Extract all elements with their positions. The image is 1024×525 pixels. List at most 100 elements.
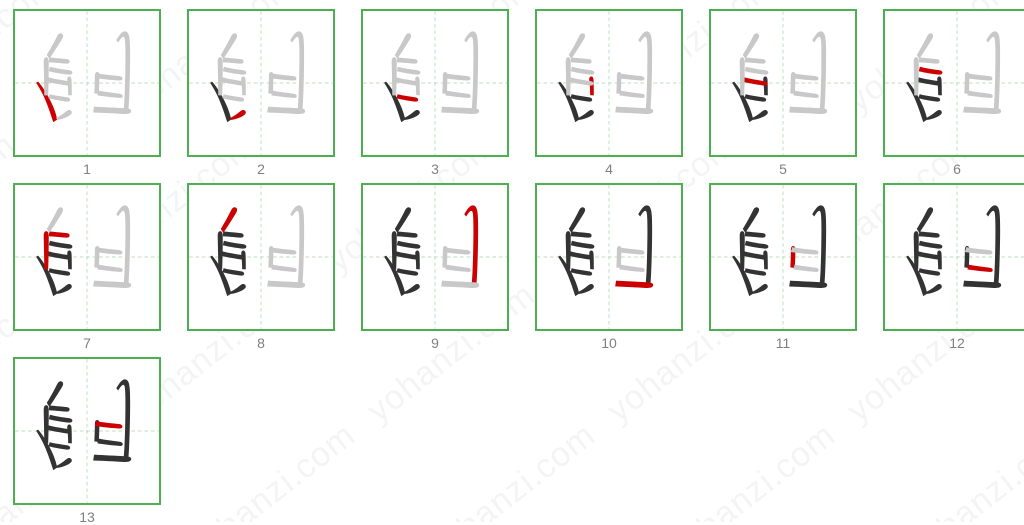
stroke-completed	[916, 207, 934, 233]
stroke-step-cell[interactable]: 5	[696, 0, 870, 176]
stroke-completed	[744, 268, 767, 276]
stroke-pending	[739, 57, 745, 96]
stroke-completed	[116, 379, 131, 460]
stroke-completed	[589, 250, 594, 270]
stroke-pending	[742, 33, 760, 59]
stroke-completed	[937, 250, 942, 270]
stroke-completed	[394, 207, 412, 233]
stroke-pending	[913, 57, 919, 96]
stroke-pending	[222, 57, 244, 64]
stroke-step-cell[interactable]: 13	[0, 348, 174, 524]
stroke-completed	[752, 109, 768, 120]
glyph-strokes	[210, 205, 306, 297]
stroke-completed	[763, 250, 768, 270]
stroke-pending	[46, 33, 64, 59]
stroke-pending	[967, 90, 993, 98]
stroke-completed	[744, 94, 767, 102]
stroke-completed	[48, 268, 71, 276]
stroke-step-cell[interactable]: 12	[870, 174, 1024, 350]
stroke-pending	[986, 31, 1001, 112]
stroke-step-cell[interactable]: 7	[0, 174, 174, 350]
stroke-pending	[793, 90, 819, 98]
stroke-completed	[986, 205, 1001, 286]
stroke-pending	[271, 264, 297, 272]
stroke-completed	[739, 231, 745, 270]
stroke-completed	[43, 405, 49, 444]
stroke-completed	[570, 240, 595, 249]
stroke-completed	[568, 207, 586, 233]
stroke-completed	[565, 231, 571, 270]
stroke-row: 7 8 9 10 11 12	[0, 174, 1024, 350]
stroke-step-cell[interactable]: 6	[870, 0, 1024, 176]
stroke-pending	[415, 76, 420, 96]
stroke-completed	[742, 207, 760, 233]
stroke-completed	[396, 231, 418, 238]
stroke-step-cell[interactable]: 3	[348, 0, 522, 176]
glyph-strokes	[558, 31, 654, 123]
stroke-completed	[404, 283, 420, 294]
stroke-pending	[464, 31, 479, 112]
stroke-diagram-box	[13, 183, 161, 331]
stroke-completed	[396, 268, 419, 276]
stroke-diagram-box	[709, 183, 857, 331]
stroke-step-cell[interactable]: 11	[696, 174, 870, 350]
stroke-completed	[918, 231, 940, 238]
stroke-pending	[619, 90, 645, 98]
stroke-diagram-box	[187, 9, 335, 157]
stroke-pending	[619, 264, 645, 272]
stroke-pending	[570, 66, 595, 75]
stroke-pending	[222, 94, 245, 102]
stroke-completed	[67, 250, 72, 270]
stroke-diagram-box	[535, 9, 683, 157]
stroke-completed	[763, 76, 768, 96]
stroke-pending	[744, 57, 766, 64]
stroke-step-cell[interactable]: 9	[348, 174, 522, 350]
stroke-pending	[222, 66, 247, 75]
stroke-completed	[415, 250, 420, 270]
stroke-completed	[570, 268, 593, 276]
stroke-pending	[916, 33, 934, 59]
stroke-completed	[578, 283, 594, 294]
stroke-canvas	[15, 359, 159, 503]
stroke-step-cell[interactable]: 1	[0, 0, 174, 176]
stroke-step-cell[interactable]: 8	[174, 174, 348, 350]
stroke-pending	[568, 33, 586, 59]
stroke-pending	[793, 264, 819, 272]
stroke-completed	[217, 231, 223, 270]
stroke-pending	[570, 57, 592, 64]
stroke-completed	[48, 240, 73, 249]
stroke-completed	[744, 231, 766, 238]
stroke-canvas	[537, 11, 681, 155]
stroke-completed	[926, 283, 942, 294]
stroke-pending	[391, 57, 397, 96]
stroke-completed	[222, 231, 244, 238]
stroke-diagram-box	[187, 183, 335, 331]
stroke-pending	[396, 66, 421, 75]
stroke-diagram-box	[709, 9, 857, 157]
glyph-strokes	[906, 31, 1002, 123]
stroke-pending	[97, 90, 123, 98]
stroke-step-cell[interactable]: 10	[522, 174, 696, 350]
stroke-diagram-box	[361, 9, 509, 157]
stroke-canvas	[189, 185, 333, 329]
stroke-step-cell[interactable]: 4	[522, 0, 696, 176]
stroke-current	[464, 205, 479, 286]
stroke-completed	[918, 268, 941, 276]
stroke-completed	[918, 240, 943, 249]
stroke-row: 13	[0, 348, 1024, 524]
stroke-completed	[570, 94, 593, 102]
stroke-step-cell[interactable]: 2	[174, 0, 348, 176]
glyph-strokes	[210, 31, 306, 123]
stroke-current	[918, 66, 943, 75]
stroke-pending	[97, 264, 123, 272]
stroke-completed	[638, 205, 653, 286]
stroke-pending	[46, 207, 64, 233]
stroke-completed	[56, 457, 72, 468]
stroke-current	[48, 231, 70, 238]
stroke-pending	[241, 76, 246, 96]
stroke-completed	[752, 283, 768, 294]
stroke-pending	[396, 57, 418, 64]
stroke-completed	[97, 438, 123, 446]
stroke-pending	[290, 205, 305, 286]
stroke-diagram-box	[883, 183, 1024, 331]
